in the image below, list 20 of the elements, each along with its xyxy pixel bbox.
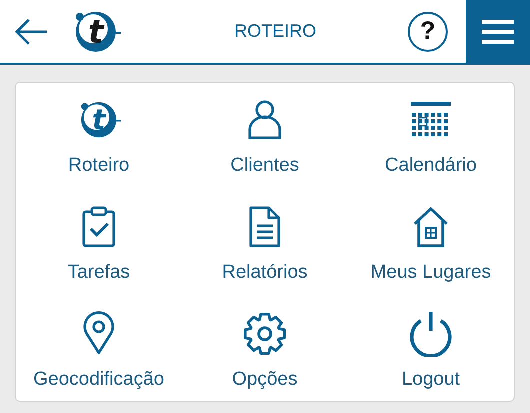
back-button[interactable] <box>13 16 49 46</box>
menu-tile[interactable]: Opções <box>182 311 348 413</box>
help-button[interactable]: ? <box>408 12 448 52</box>
menu-tile[interactable]: Clientes <box>182 97 348 204</box>
menu-icon <box>482 18 514 46</box>
location-pin-icon <box>83 311 115 357</box>
menu-tile[interactable]: Tarefas <box>16 204 182 311</box>
document-icon <box>249 204 281 250</box>
page-title: ROTEIRO <box>233 21 318 42</box>
power-icon <box>409 311 453 357</box>
menu-button[interactable] <box>466 0 530 63</box>
menu-tile[interactable]: Calendário <box>348 97 514 204</box>
menu-tile[interactable]: Meus Lugares <box>348 204 514 311</box>
menu-tile[interactable]: Geocodificação <box>16 311 182 413</box>
menu-tile[interactable]: Logout <box>348 311 514 413</box>
clipboard-check-icon <box>82 204 116 250</box>
menu-tile[interactable]: Relatórios <box>182 204 348 311</box>
menu-tile[interactable]: t Roteiro <box>16 97 182 204</box>
settings-icon <box>243 311 287 357</box>
back-arrow-icon <box>13 16 49 46</box>
